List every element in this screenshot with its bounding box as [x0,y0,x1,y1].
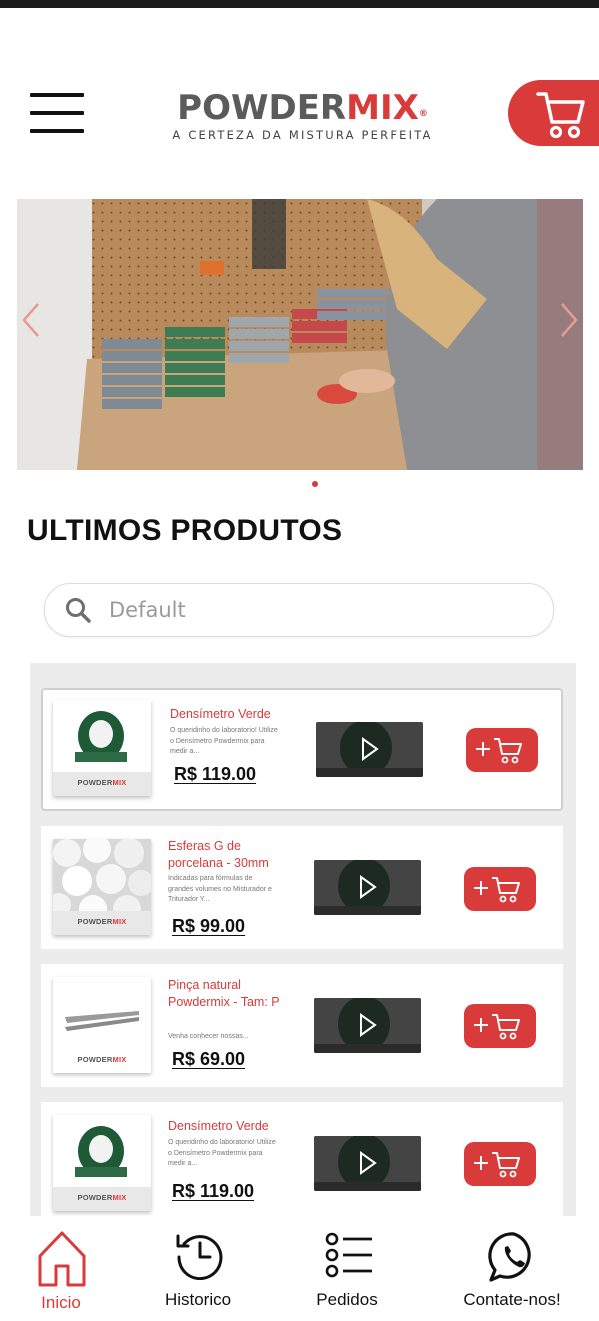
thumb-brand: POWDERMIX [53,911,151,935]
search-bar[interactable] [44,583,554,637]
nav-label: Inicio [41,1293,81,1312]
add-cart-icon [474,1152,520,1178]
logo-tagline: A CERTEZA DA MISTURA PERFEITA [172,128,433,142]
add-cart-icon [474,1014,520,1040]
add-cart-icon [476,738,522,764]
logo-registered: ® [418,109,428,119]
product-thumbnail: POWDERMIX [53,700,151,796]
product-video[interactable] [316,722,423,777]
product-thumbnail: POWDERMIX [53,977,151,1073]
thumb-brand: POWDERMIX [53,1187,151,1211]
carousel-next-arrow[interactable] [558,300,580,340]
add-to-cart-button[interactable] [466,728,538,772]
tweezers-image [53,977,151,1049]
carousel-prev-arrow[interactable] [20,300,42,340]
product-thumbnail: POWDERMIX [53,839,151,935]
carousel-dot[interactable] [312,481,318,487]
densimeter-image [53,1115,151,1187]
play-icon [314,1136,421,1191]
status-bar [0,0,599,8]
product-video[interactable] [314,860,421,915]
search-icon [66,598,91,623]
play-icon [314,860,421,915]
play-icon [316,722,423,777]
history-icon [176,1234,223,1280]
nav-label: Contate-nos! [463,1290,561,1309]
densimeter-image [53,700,151,772]
home-icon [38,1231,86,1287]
nav-item-historico[interactable]: Historico [152,1216,244,1321]
cart-icon [536,92,585,139]
product-description: Venha conhecer nossas... [168,1033,249,1040]
product-price: R$ 119.00 [172,1181,255,1201]
add-cart-icon [474,877,520,903]
hero-carousel[interactable] [17,199,583,470]
product-card[interactable]: POWDERMIX Densímetro Verde O queridinho … [41,688,563,811]
add-to-cart-button[interactable] [464,1004,536,1048]
product-video[interactable] [314,998,421,1053]
play-icon [314,998,421,1053]
product-description: O queridinho do laboratorio! Utilize o D… [168,1139,276,1167]
logo-mix: MIX [346,88,419,128]
product-name: Densímetro Verde [168,1119,269,1133]
bottom-navigation: Inicio Historico Pedidos Contate-nos! [0,1216,599,1321]
nav-item-pedidos[interactable]: Pedidos [304,1216,390,1321]
brand-logo: POWDERMIX® A CERTEZA DA MISTURA PERFEITA [170,88,435,148]
product-description: O queridinho do laboratorio! Utilize o D… [170,727,278,755]
product-description: Indicadas para fórmulas de grandes volum… [168,875,272,903]
product-name: Esferas G de porcelana - 30mm [168,839,269,870]
logo-powder: POWDER [177,88,347,128]
cart-button[interactable] [508,80,599,146]
product-thumbnail: POWDERMIX [53,1115,151,1211]
product-card[interactable]: POWDERMIX Densímetro Verde O queridinho … [41,1102,563,1216]
hamburger-icon[interactable] [30,93,84,133]
add-to-cart-button[interactable] [464,1142,536,1186]
product-video[interactable] [314,1136,421,1191]
product-card[interactable]: POWDERMIX Esferas G de porcelana - 30mm … [41,826,563,949]
nav-label: Historico [164,1290,232,1309]
section-title: ULTIMOS PRODUTOS [27,514,343,547]
thumb-brand: POWDERMIX [53,772,151,796]
product-name: Densímetro Verde [170,707,271,721]
product-name: Pinça natural Powdermix - Tam: P [168,978,280,1009]
thumb-brand: POWDERMIX [53,1049,151,1073]
product-price: R$ 69.00 [172,1049,246,1069]
add-to-cart-button[interactable] [464,867,536,911]
product-price: R$ 99.00 [172,916,246,936]
porcelain-spheres-image [53,839,151,923]
nav-item-contate-nos[interactable]: Contate-nos! [452,1216,572,1321]
search-input[interactable] [107,592,531,628]
whatsapp-icon [488,1232,531,1282]
list-icon [325,1232,372,1278]
hero-slide-image [17,199,583,470]
product-list[interactable]: POWDERMIX Densímetro Verde O queridinho … [30,663,576,1216]
nav-item-inicio[interactable]: Inicio [20,1216,102,1321]
product-card[interactable]: POWDERMIX Pinça natural Powdermix - Tam:… [41,964,563,1087]
product-price: R$ 119.00 [174,764,257,784]
nav-label: Pedidos [316,1290,378,1309]
